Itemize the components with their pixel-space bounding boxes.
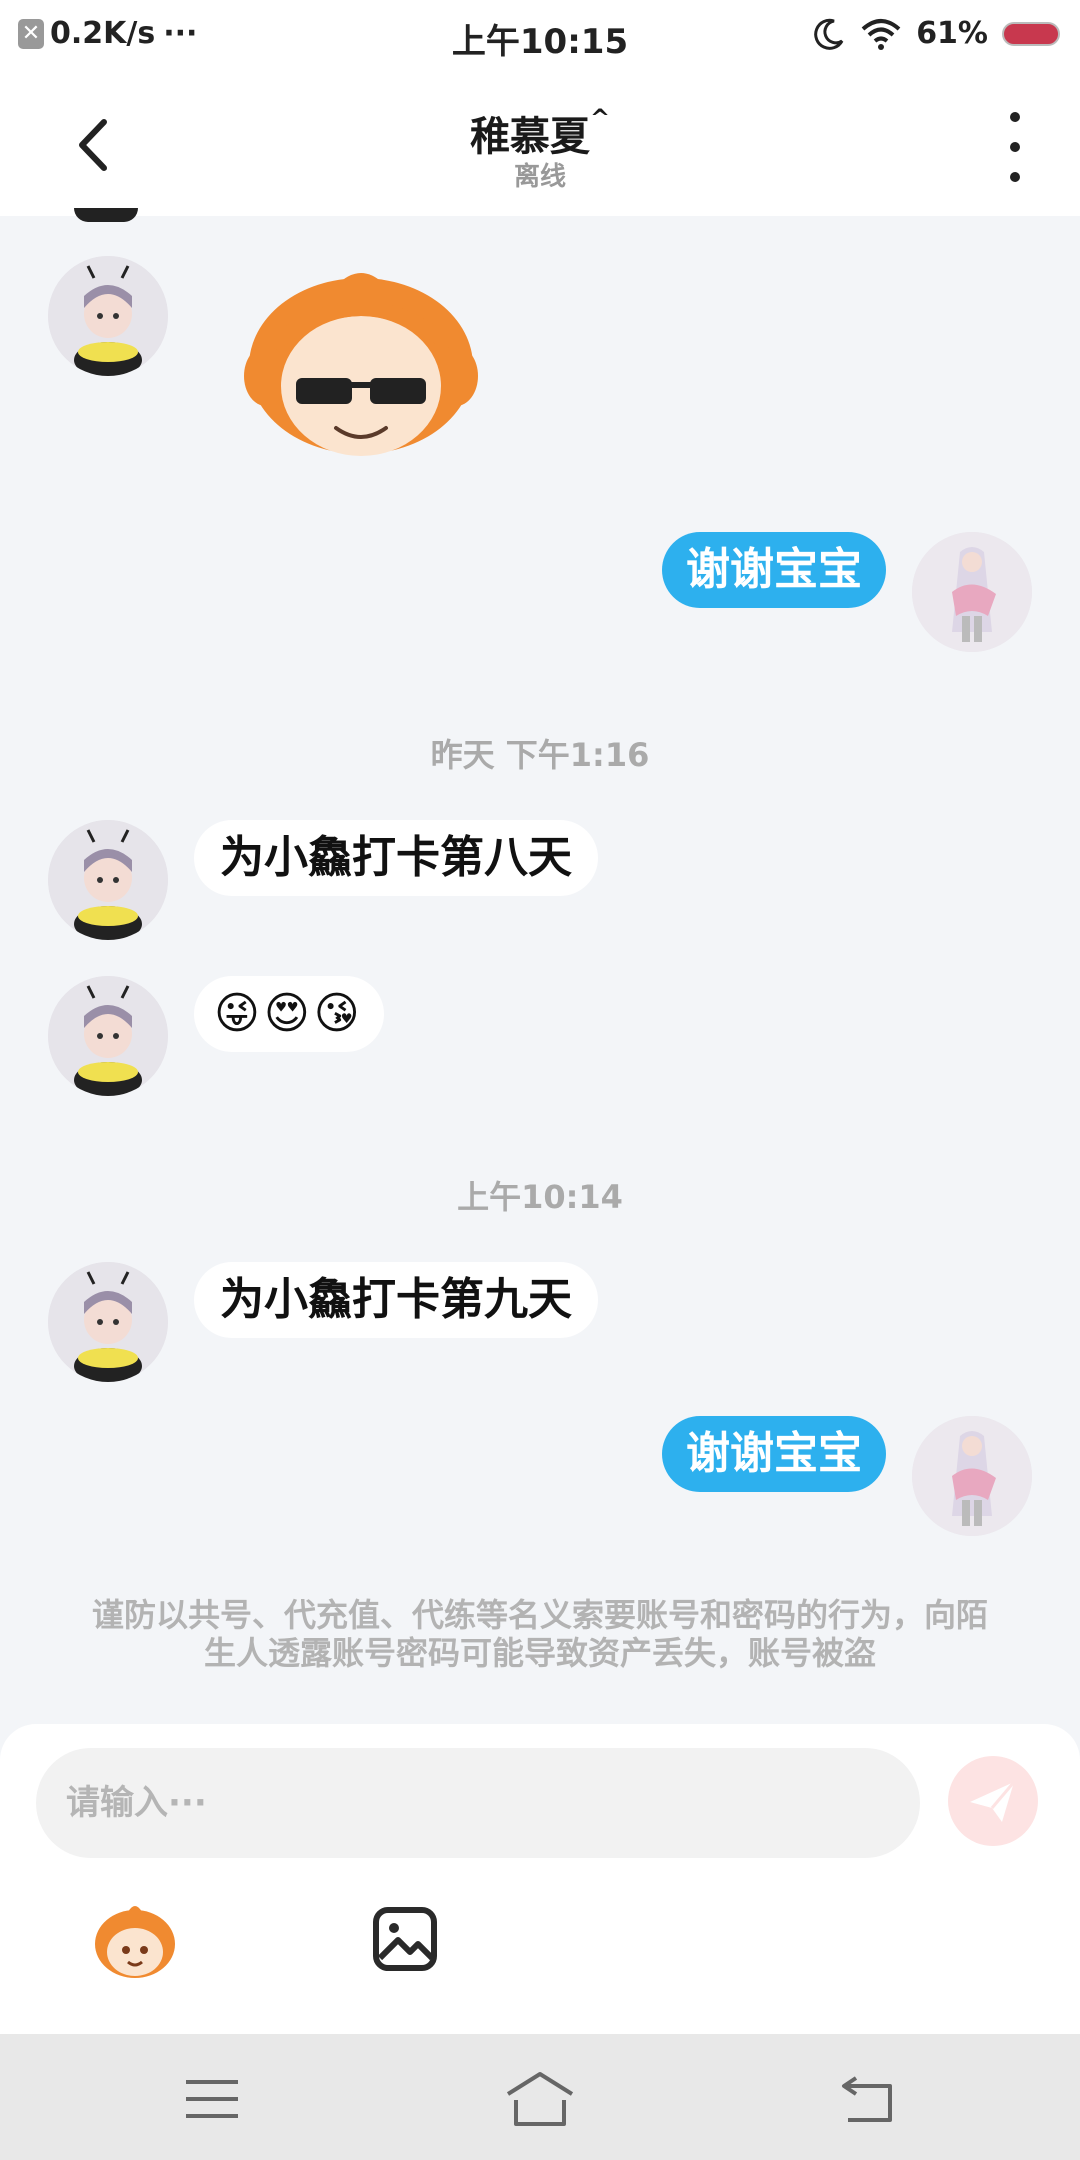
more-dot [1010,172,1020,182]
message-bubble-other[interactable]: 为小鱻打卡第九天 [194,1262,598,1338]
chat-header: 稚慕夏^ 离线 [0,70,1080,216]
avatar-bee-girl-image [48,256,168,376]
image-icon [373,1907,437,1971]
avatar-white-hair-girl-image [912,1416,1032,1536]
battery-icon [1002,21,1060,46]
more-options-button[interactable] [990,112,1040,182]
security-warning: 谨防以共号、代充值、代练等名义索要账号和密码的行为，向陌生人透露账号密码可能导致… [91,1596,988,1672]
moon-icon [814,18,844,50]
wifi-icon [861,18,901,50]
sticker-icon [95,1906,175,1978]
status-bar: ✕ 0.2K/s ··· 上午10:15 61% [0,0,1080,70]
previous-avatar-edge [74,208,138,222]
home-icon[interactable] [502,2070,578,2128]
message-bubble-other[interactable]: 为小鱻打卡第八天 [194,820,598,896]
avatar-other[interactable] [48,976,168,1096]
system-nav-bar [0,2034,1080,2160]
more-dot [1010,112,1020,122]
avatar-other[interactable] [48,1262,168,1382]
avatar-bee-girl-image [48,820,168,940]
avatar-self[interactable] [912,532,1032,652]
avatar-bee-girl-image [48,1262,168,1382]
contact-name[interactable]: 稚慕夏^ [0,104,1080,162]
more-dot [1010,142,1020,152]
emoji-message-text: 😜😍😘 [214,988,364,1039]
timestamp: 上午10:14 [457,1178,623,1216]
title-mark: ^ [589,104,611,132]
contact-status: 离线 [513,162,566,192]
message-input[interactable]: 请输入··· [36,1748,920,1858]
avatar-other[interactable] [48,256,168,376]
sticker-message[interactable] [236,266,486,476]
message-bubble-self[interactable]: 谢谢宝宝 [662,532,886,608]
avatar-bee-girl-image [48,976,168,1096]
avatar-other[interactable] [48,820,168,940]
message-bubble-other[interactable]: 😜😍😘 [194,976,384,1052]
avatar-self[interactable] [912,1416,1032,1536]
timestamp: 昨天 下午1:16 [430,736,650,774]
sunglasses-sticker-image [244,273,478,456]
send-icon [970,1781,1016,1822]
chat-messages[interactable]: 谢谢宝宝 昨天 下午1:16 为小鱻打卡第八天 😜😍😘 上午10:14 为小鱻打… [0,208,1080,1724]
menu-icon[interactable] [180,2074,244,2124]
image-button[interactable] [370,1904,440,1974]
input-area: 请输入··· [0,1724,1080,2034]
battery-percent: 61% [916,16,988,51]
sticker-button[interactable] [90,1902,180,1982]
avatar-white-hair-girl-image [912,532,1032,652]
message-bubble-self[interactable]: 谢谢宝宝 [662,1416,886,1492]
contact-name-text: 稚慕夏 [469,114,590,160]
status-right: 61% [812,16,1060,51]
send-button[interactable] [948,1756,1038,1846]
back-nav-icon[interactable] [838,2072,898,2126]
